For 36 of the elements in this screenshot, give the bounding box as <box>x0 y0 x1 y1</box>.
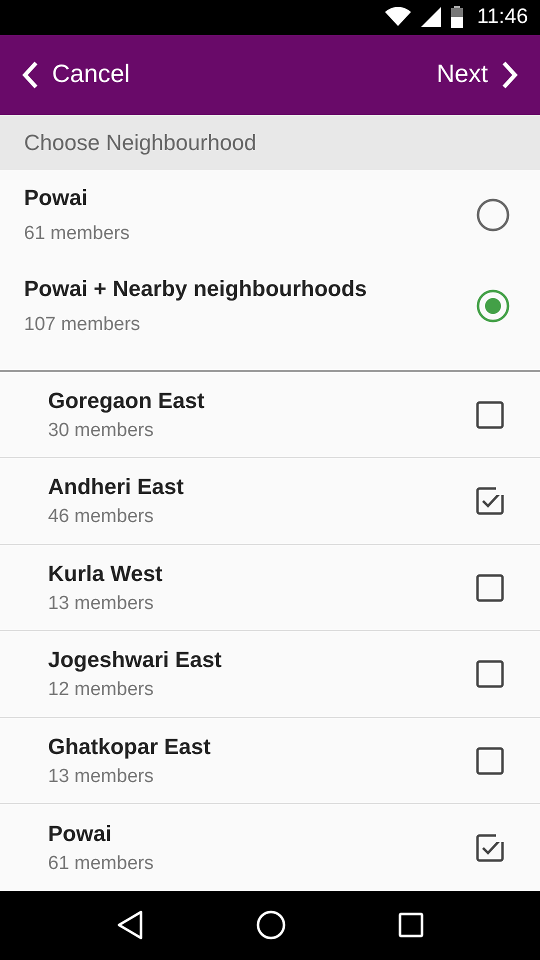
checkbox[interactable] <box>476 746 504 775</box>
member-count: 13 members <box>48 766 155 788</box>
chevron-left-icon <box>22 60 38 89</box>
neighbourhood-name: Jogeshwari East <box>48 647 222 674</box>
member-count: 61 members <box>24 223 130 246</box>
radio-button[interactable] <box>476 289 510 324</box>
option-name: Powai + Nearby neighbourhoods <box>24 276 367 302</box>
checkbox[interactable] <box>476 400 504 429</box>
neighbourhood-name: Powai <box>48 820 113 847</box>
section-header: Choose Neighbourhood <box>0 115 540 170</box>
cancel-button[interactable]: Cancel <box>18 56 134 94</box>
member-count: 12 members <box>48 679 155 702</box>
checkbox[interactable] <box>476 834 504 862</box>
neighbourhood-name: Goregaon East <box>48 388 204 414</box>
recents-icon[interactable] <box>398 912 424 938</box>
member-count: 46 members <box>48 506 155 528</box>
neighbourhood-name: Kurla West <box>48 560 163 587</box>
checkbox[interactable] <box>476 574 504 602</box>
neighbourhood-name: Andheri East <box>48 474 184 500</box>
member-count: 30 members <box>48 420 155 442</box>
member-count: 107 members <box>24 314 142 336</box>
clock-time: 11:46 <box>477 5 528 30</box>
neighbourhood-name: Ghatkopar East <box>48 734 211 760</box>
member-count: 61 members <box>48 852 154 875</box>
radio-button[interactable] <box>476 198 510 232</box>
next-button[interactable]: Next <box>432 56 522 94</box>
home-icon[interactable] <box>256 910 286 940</box>
member-count: 13 members <box>48 592 155 615</box>
wifi-icon <box>385 7 411 28</box>
chevron-right-icon <box>502 60 518 89</box>
back-icon[interactable] <box>116 910 144 940</box>
option-name: Powai <box>24 185 89 212</box>
checkbox[interactable] <box>476 660 504 688</box>
battery-icon <box>451 6 463 28</box>
checkbox[interactable] <box>476 487 504 516</box>
signal-icon <box>421 7 441 28</box>
